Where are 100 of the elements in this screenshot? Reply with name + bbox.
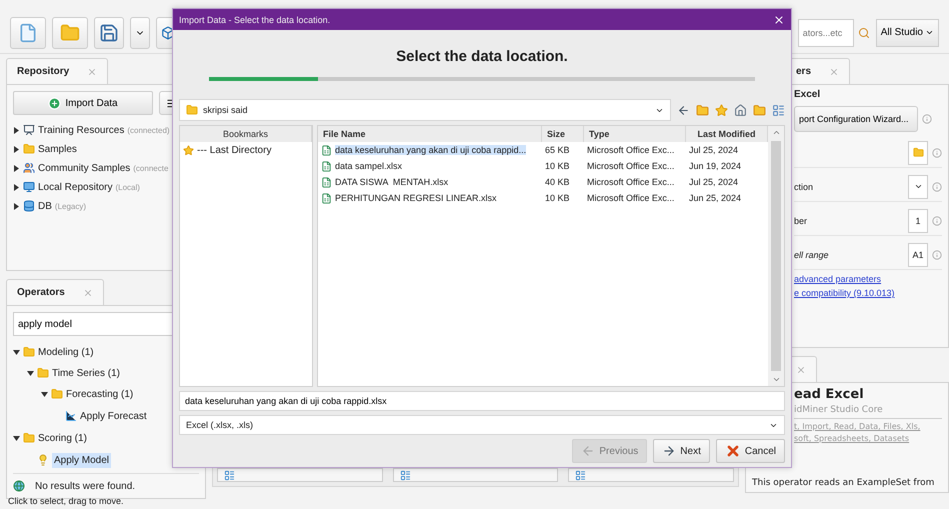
collapsed-arrow-icon[interactable] <box>13 202 20 210</box>
info-icon <box>932 182 942 192</box>
spreadsheet-icon <box>321 144 332 156</box>
collapsed-arrow-icon[interactable] <box>13 184 20 190</box>
panel-tab[interactable]: Repository <box>6 58 108 84</box>
help-title: ead Excel <box>794 387 865 402</box>
tree-item[interactable]: Modeling (1) <box>38 346 94 358</box>
close-icon[interactable] <box>773 14 785 26</box>
table-cell: 65 KB <box>545 145 570 155</box>
scroll-up-icon[interactable] <box>772 128 780 137</box>
tree-item[interactable]: DB <box>38 200 52 212</box>
import-data-button[interactable]: Import Data <box>13 91 153 115</box>
view-menu-icon[interactable] <box>772 104 785 116</box>
status-text: No results were found. <box>35 480 136 492</box>
collapsed-arrow-icon[interactable] <box>13 146 20 152</box>
table-cell[interactable]: data keseluruhan yang akan di uji coba rappid... <box>335 145 526 155</box>
spreadsheet-icon <box>321 192 332 204</box>
table-cell: Jun 25, 2024 <box>689 193 742 203</box>
folder-button[interactable] <box>908 140 928 164</box>
tree-item[interactable]: Apply Model <box>52 452 112 468</box>
folder-icon <box>912 147 924 158</box>
cube-icon <box>161 26 175 40</box>
star-icon[interactable] <box>715 104 728 116</box>
wizard-button[interactable]: port Configuration Wizard... <box>794 106 918 132</box>
dropdown[interactable] <box>908 174 928 198</box>
plus-icon <box>48 96 62 110</box>
next-button[interactable]: Next <box>653 439 710 463</box>
expanded-arrow-icon[interactable] <box>13 434 20 442</box>
dialog-heading: Select the data location. <box>395 48 569 65</box>
folder-icon[interactable] <box>696 104 709 116</box>
search-icon[interactable] <box>858 26 870 38</box>
table-cell: Microsoft Office Exc... <box>587 161 674 171</box>
file-name-field[interactable]: data keseluruhan yang akan di uji coba rappid.xlsx <box>179 391 785 411</box>
document-icon <box>18 22 38 42</box>
folder-icon <box>51 388 63 400</box>
operator-card[interactable] <box>217 468 383 482</box>
tree-item[interactable]: Time Series (1) <box>52 368 120 378</box>
folder-icon <box>37 367 49 379</box>
tree-item-note: (connecte <box>133 164 168 172</box>
tree-item[interactable]: Scoring (1) <box>38 432 87 444</box>
scroll-down-icon[interactable] <box>772 375 780 384</box>
database-icon <box>23 200 35 212</box>
presentation-icon <box>23 124 35 136</box>
help-subtitle: idMiner Studio Core <box>794 405 942 419</box>
list-icon <box>575 470 586 480</box>
folder-icon <box>186 104 198 116</box>
input-field[interactable]: A1 <box>908 242 928 266</box>
link[interactable]: advanced parameters <box>794 274 942 284</box>
spreadsheet-icon <box>321 176 332 188</box>
scrollbar[interactable] <box>768 126 784 386</box>
table-cell[interactable]: PERHITUNGAN REGRESI LINEAR.xlsx <box>335 193 497 203</box>
operator-card[interactable] <box>392 468 558 482</box>
back-arrow-icon[interactable] <box>677 104 690 116</box>
column-header: Bookmarks <box>180 126 312 142</box>
location-dropdown[interactable]: skripsi said <box>179 99 671 121</box>
expanded-arrow-icon[interactable] <box>27 370 34 376</box>
info-icon <box>932 148 942 158</box>
new-button[interactable] <box>10 16 46 48</box>
globe-icon <box>13 480 25 492</box>
tree-item[interactable]: Forecasting (1) <box>66 388 134 400</box>
tree-item[interactable]: Apply Forecast <box>80 410 147 422</box>
tree-item[interactable]: Community Samples <box>38 162 130 174</box>
info-icon <box>932 216 942 226</box>
home-icon[interactable] <box>734 104 747 116</box>
tree-item[interactable]: Local Repository <box>38 182 112 192</box>
tree-item-note: (Legacy) <box>54 202 86 210</box>
star-icon <box>183 144 194 156</box>
save-button[interactable] <box>94 16 124 48</box>
new-folder-icon[interactable] <box>753 104 766 116</box>
file-type-dropdown[interactable]: Excel (.xlsx, .xls) <box>179 415 785 435</box>
cancel-button[interactable]: Cancel <box>716 439 785 463</box>
tree-item[interactable]: Samples <box>38 144 77 154</box>
tree-item-note: (connected) <box>127 126 170 134</box>
bookmark-item[interactable]: --- Last Directory <box>197 144 272 156</box>
parameter-label: ber <box>794 216 808 226</box>
tree-item[interactable]: Training Resources <box>38 124 124 136</box>
operator-card[interactable] <box>568 468 734 482</box>
table-cell: Jun 19, 2024 <box>689 161 742 171</box>
expanded-arrow-icon[interactable] <box>13 348 20 356</box>
open-button[interactable] <box>52 16 88 48</box>
expanded-arrow-icon[interactable] <box>41 390 48 398</box>
table-cell[interactable]: data sampel.xlsx <box>335 161 402 171</box>
dropdown-button[interactable] <box>130 16 150 48</box>
people-icon <box>23 162 35 174</box>
column-header: Size <box>542 126 584 142</box>
input-field[interactable]: 1 <box>908 208 928 232</box>
collapsed-arrow-icon[interactable] <box>13 126 20 134</box>
status-text: Click to select, drag to move. <box>8 496 124 506</box>
scope-dropdown[interactable]: All Studio <box>876 18 939 46</box>
link[interactable]: e compatibility (9.10.013) <box>794 288 942 298</box>
search-field[interactable]: ators...etc <box>798 18 854 46</box>
table-cell: Jul 25, 2024 <box>689 177 738 187</box>
collapsed-arrow-icon[interactable] <box>13 164 20 172</box>
panel-tab[interactable]: Operators <box>6 279 104 305</box>
help-description: This operator reads an ExampleSet from <box>752 478 936 488</box>
folder-icon <box>60 22 80 42</box>
parameter-label: ction <box>794 182 814 192</box>
table-cell: 40 KB <box>545 177 570 187</box>
table-cell[interactable]: DATA SISWA MENTAH.xlsx <box>335 177 448 187</box>
spreadsheet-icon <box>321 160 332 172</box>
